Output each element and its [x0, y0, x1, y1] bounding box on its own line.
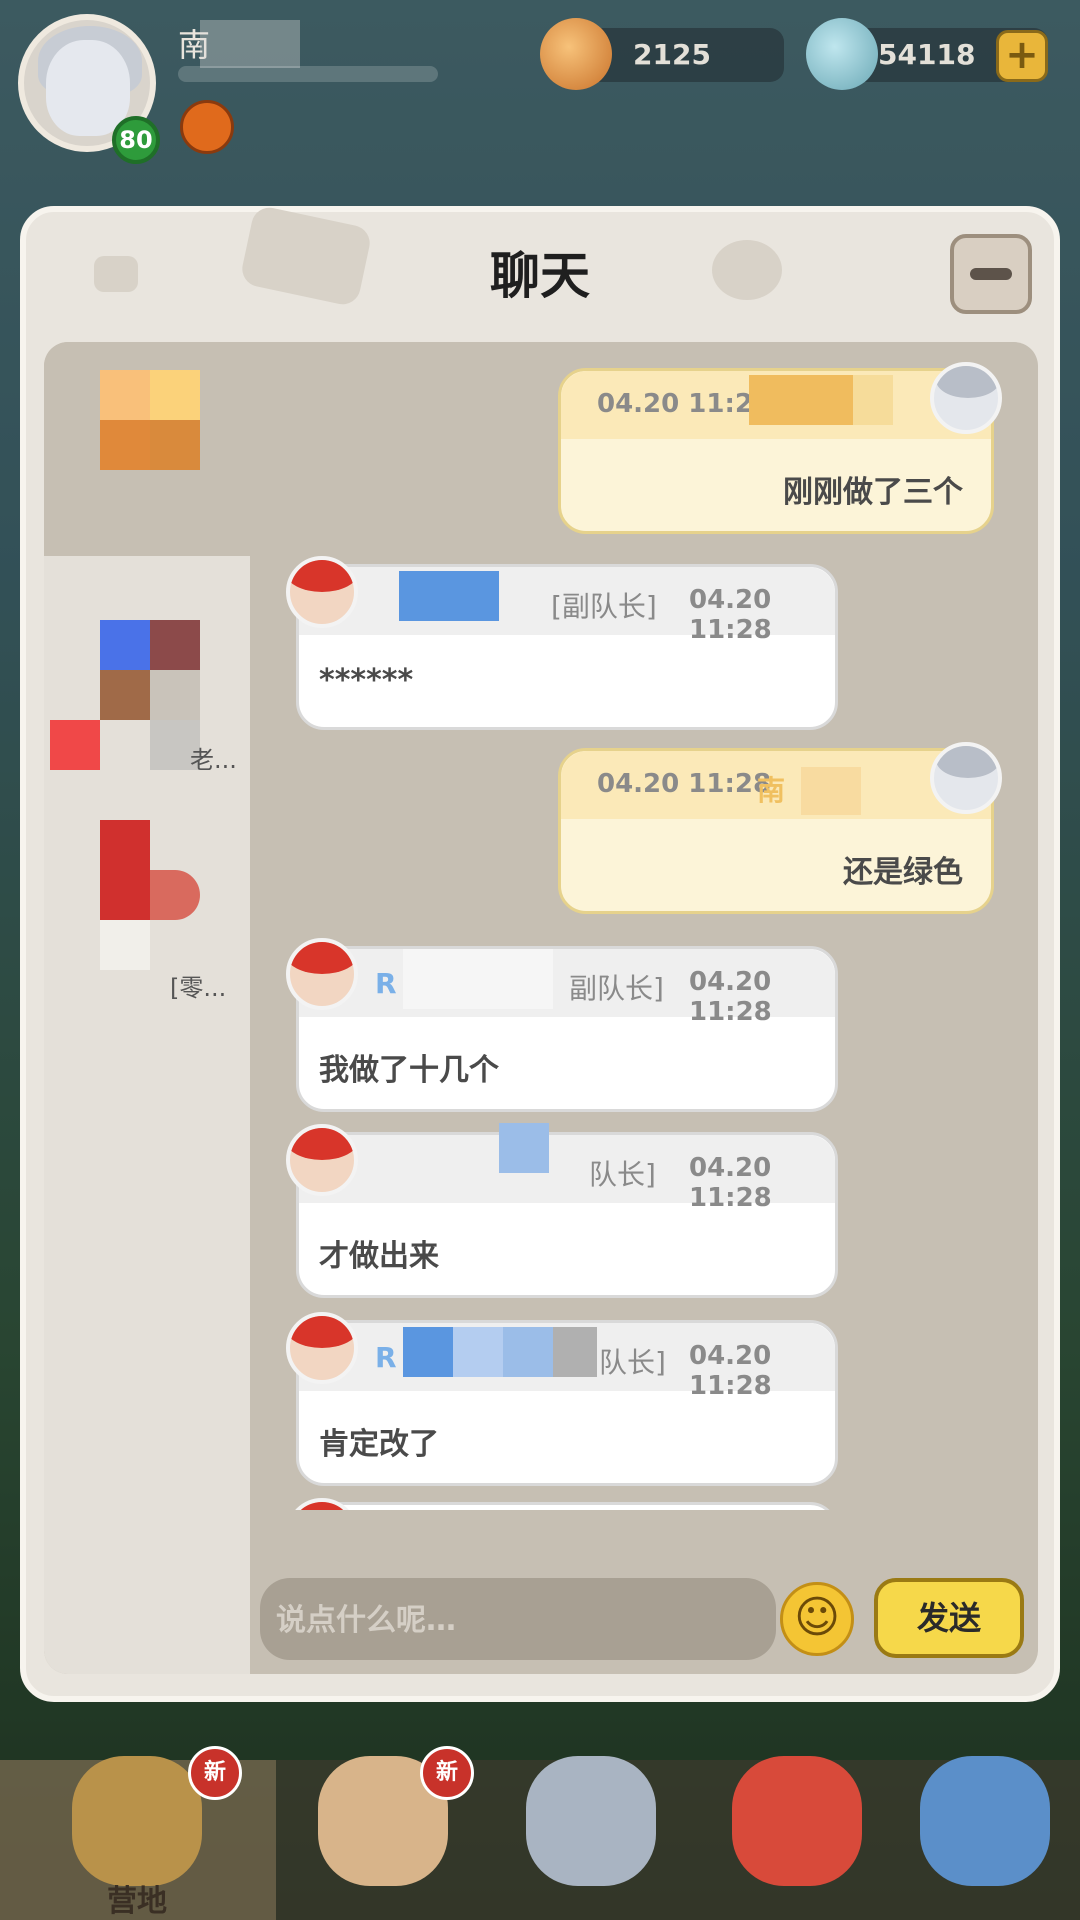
sword-icon — [526, 1756, 656, 1886]
member-role: 副队长] — [569, 972, 664, 1005]
message-text: 我做了十几个 — [319, 1053, 499, 1088]
name-redaction — [801, 767, 861, 815]
message-text: 肯定改了 — [319, 1427, 439, 1462]
name-redaction — [553, 1327, 597, 1377]
name-redaction — [200, 20, 300, 68]
message-timestamp: 04.20 11:28 — [689, 967, 772, 1027]
message-bubble-self: 04.20 11:28 南 还是绿色 — [558, 748, 994, 914]
pearl-icon — [540, 18, 612, 90]
channel-tab-3-label: [零... — [170, 974, 227, 1002]
chat-title: 聊天 — [490, 247, 590, 305]
minimize-button[interactable] — [950, 234, 1032, 314]
name-redaction — [503, 1327, 553, 1377]
sender-avatar[interactable] — [286, 1498, 358, 1510]
nav-camp-label: 营地 — [107, 1884, 167, 1919]
message-text: ****** — [319, 663, 414, 698]
avatar-face — [46, 40, 130, 136]
sender-name: 南 — [757, 774, 786, 807]
player-avatar-small[interactable] — [930, 362, 1002, 434]
send-button[interactable]: 发送 — [874, 1578, 1024, 1658]
portal-icon — [920, 1756, 1050, 1886]
exp-bar — [178, 66, 438, 82]
message-timestamp: 04.20 11:28 — [689, 1341, 772, 1401]
message-bubble-other-partial — [296, 1502, 838, 1510]
member-role: [副队长] — [551, 590, 657, 623]
message-timestamp: 04.20 11:28 — [597, 769, 772, 799]
message-timestamp: 04.20 11:28 — [597, 389, 772, 419]
message-timestamp: 04.20 11:28 — [689, 585, 772, 645]
message-input[interactable] — [274, 1578, 758, 1662]
name-redaction — [453, 1327, 503, 1377]
nav-portal[interactable] — [900, 1746, 1070, 1920]
message-list[interactable]: 04.20 11:28 刚刚做了三个 [副队长] 04.20 11:28 ***… — [250, 342, 1038, 1510]
message-text: 才做出来 — [319, 1239, 439, 1274]
member-role: 队长] — [589, 1158, 656, 1191]
message-text: 还是绿色 — [843, 855, 963, 890]
sender-avatar[interactable] — [286, 938, 358, 1010]
message-bubble-other: 队长] 04.20 11:28 才做出来 — [296, 1123, 838, 1298]
message-bubble-other: R 队长] 04.20 11:28 肯定改了 — [296, 1320, 838, 1486]
camp-icon — [72, 1756, 202, 1886]
message-bubble-other: [副队长] 04.20 11:28 ****** — [296, 564, 838, 730]
player-avatar-small[interactable] — [930, 742, 1002, 814]
sender-avatar[interactable] — [286, 1312, 358, 1384]
new-badge: 新 — [420, 1746, 474, 1800]
name-redaction — [399, 571, 499, 621]
message-bubble-self: 04.20 11:28 刚刚做了三个 — [558, 368, 994, 534]
channel-tab-2-label: 老... — [190, 746, 237, 774]
level-badge: 80 — [112, 116, 160, 164]
nav-equipment[interactable] — [506, 1746, 676, 1920]
pet-icon — [732, 1756, 862, 1886]
name-redaction — [749, 375, 853, 425]
emoji-button[interactable]: ☺ — [780, 1582, 854, 1656]
name-redaction — [499, 1123, 549, 1173]
message-text: 刚刚做了三个 — [783, 475, 963, 510]
message-input-box[interactable] — [260, 1578, 776, 1662]
name-redaction — [403, 1327, 453, 1377]
message-bubble-other: R 副队长] 04.20 11:28 我做了十几个 — [296, 946, 838, 1112]
nav-pet[interactable] — [712, 1746, 882, 1920]
sender-name: R — [375, 967, 397, 1000]
message-timestamp: 04.20 11:28 — [689, 1153, 772, 1213]
name-redaction — [853, 375, 893, 425]
sender-avatar[interactable] — [286, 1124, 358, 1196]
shell-icon — [806, 18, 878, 90]
minus-icon — [970, 268, 1012, 280]
sender-name: R — [375, 1341, 397, 1374]
sender-avatar[interactable] — [286, 556, 358, 628]
add-shells-button[interactable]: + — [996, 30, 1048, 82]
rank-icon[interactable] — [180, 100, 234, 154]
name-redaction — [403, 949, 553, 1009]
member-role: 队长] — [599, 1346, 666, 1379]
new-badge: 新 — [188, 1746, 242, 1800]
